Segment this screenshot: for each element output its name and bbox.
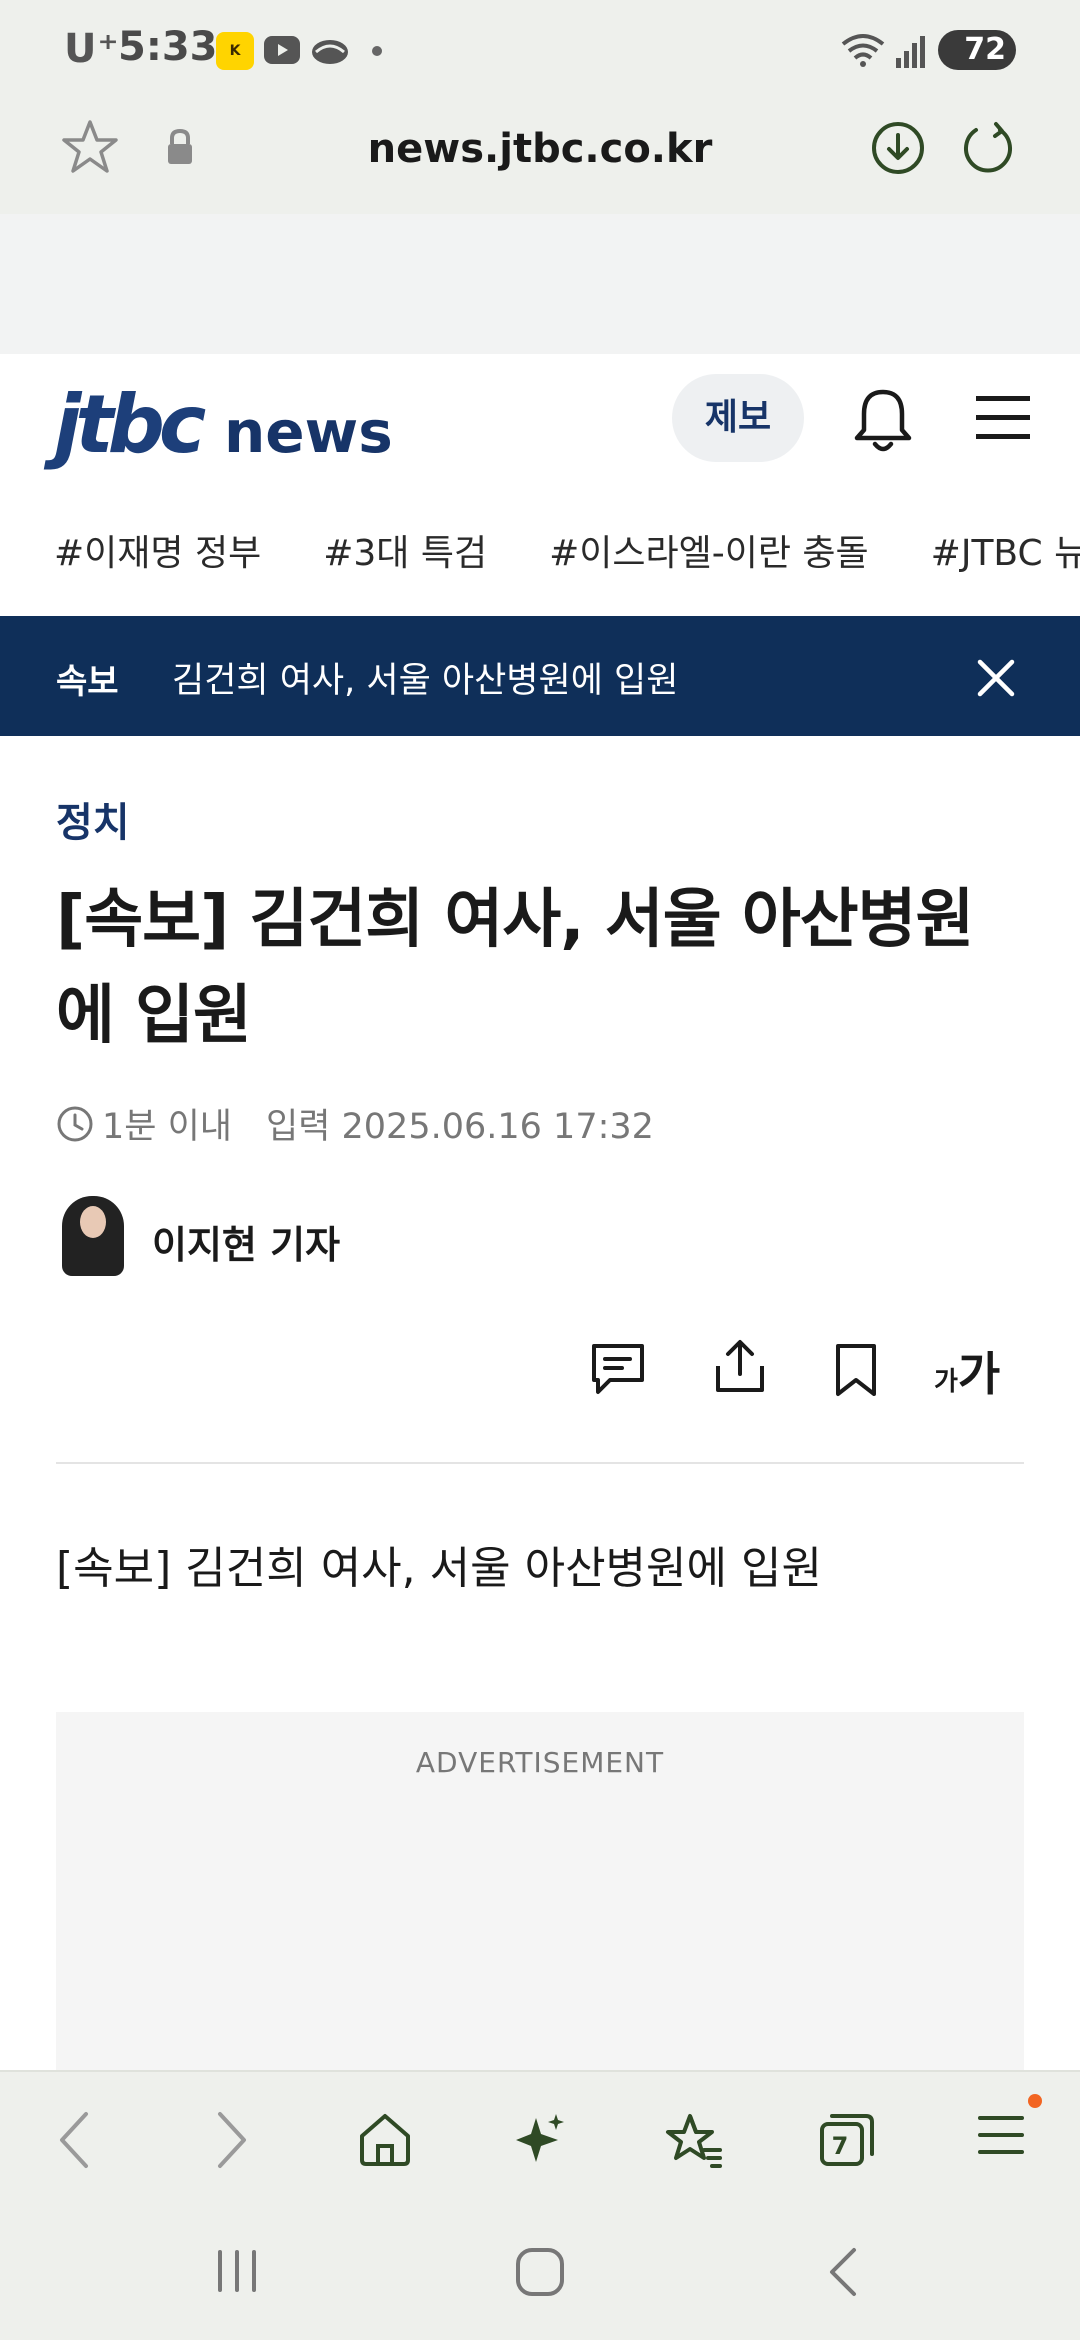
home-button-icon[interactable]	[514, 2246, 566, 2298]
news-logo-text[interactable]: news	[224, 398, 393, 466]
bookmark-icon[interactable]	[834, 1342, 878, 1398]
tabs-count: 7	[831, 2132, 849, 2160]
clock-icon	[56, 1105, 94, 1143]
close-icon[interactable]	[974, 656, 1018, 700]
recent-apps-icon[interactable]	[214, 2248, 260, 2294]
jtbc-logo[interactable]: jtbc	[54, 378, 206, 471]
signal-icon	[894, 34, 926, 68]
breaking-label: 속보	[56, 662, 119, 702]
breaking-text[interactable]: 김건희 여사, 서울 아산병원에 입원	[172, 652, 678, 703]
advertisement-label: ADVERTISEMENT	[415, 1746, 665, 1779]
back-icon[interactable]	[56, 2110, 92, 2170]
browser-menu-icon[interactable]	[976, 2110, 1026, 2160]
hamburger-menu-icon[interactable]	[974, 394, 1032, 442]
cloud-notification-icon	[310, 34, 350, 66]
published-time: 입력 2025.06.16 17:32	[266, 1107, 654, 1147]
wifi-icon	[840, 32, 886, 68]
bookmarks-star-icon[interactable]	[664, 2110, 724, 2168]
share-icon[interactable]	[712, 1338, 768, 1396]
tag-item[interactable]: #3대 특검	[323, 533, 487, 574]
reporter-avatar[interactable]	[62, 1196, 124, 1276]
topic-tags: #이재명 정부 #3대 특검 #이스라엘-이란 충돌 #JTBC 뉴	[54, 524, 1080, 576]
article-section[interactable]: 정치	[56, 790, 130, 848]
home-icon[interactable]	[356, 2110, 414, 2168]
menu-notification-dot	[1028, 2094, 1042, 2108]
read-time: 1분 이내	[102, 1107, 232, 1147]
reporter-name[interactable]: 이지현 기자	[152, 1214, 340, 1269]
tag-item[interactable]: #JTBC 뉴	[931, 533, 1080, 574]
comment-icon[interactable]	[590, 1342, 646, 1396]
font-size-large-glyph: 가	[957, 1347, 1001, 1401]
article-meta: 1분 이내 입력 2025.06.16 17:32	[56, 1098, 654, 1149]
system-back-icon[interactable]	[826, 2246, 860, 2298]
forward-icon[interactable]	[214, 2110, 250, 2170]
font-size-button[interactable]: 가가	[934, 1338, 1000, 1404]
status-time: 5:33	[118, 24, 218, 70]
download-icon[interactable]	[870, 120, 926, 176]
tip-button[interactable]: 제보	[672, 374, 804, 462]
youtube-notification-icon	[264, 36, 300, 64]
divider	[56, 1462, 1024, 1464]
tag-item[interactable]: #이재명 정부	[54, 533, 261, 574]
ai-sparkle-icon[interactable]	[512, 2110, 568, 2166]
article-headline: [속보] 김건희 여사, 서울 아산병원에 입원	[56, 883, 974, 1053]
top-ad-spacer	[0, 214, 1080, 354]
bell-icon[interactable]	[850, 386, 916, 456]
article-body: [속보] 김건희 여사, 서울 아산병원에 입원	[56, 1543, 822, 1594]
more-notifications-dot	[372, 46, 382, 56]
battery-indicator: 72	[938, 30, 1016, 70]
kakao-notification-icon: K	[216, 32, 254, 70]
reload-icon[interactable]	[960, 120, 1016, 176]
font-size-small-glyph: 가	[934, 1367, 958, 1397]
tag-item[interactable]: #이스라엘-이란 충돌	[549, 533, 869, 574]
carrier-label: U⁺	[64, 26, 120, 72]
